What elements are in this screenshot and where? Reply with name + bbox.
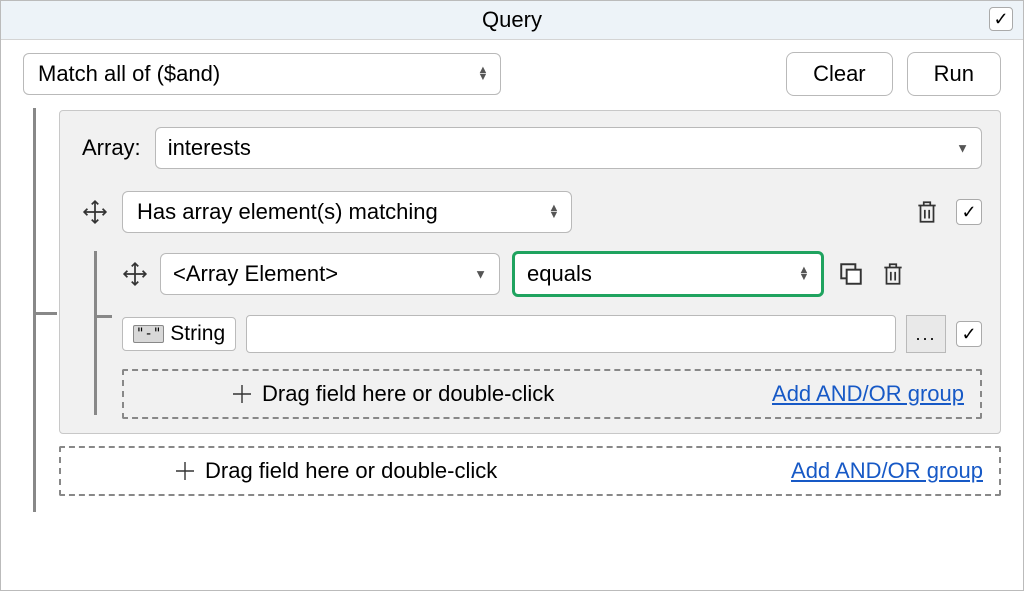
copy-button[interactable] <box>836 259 866 289</box>
add-group-link[interactable]: Add AND/OR group <box>772 381 964 407</box>
move-handle-icon[interactable] <box>82 199 108 225</box>
match-mode-label: Match all of ($and) <box>38 61 220 86</box>
value-type-badge[interactable]: "-" String <box>122 317 236 351</box>
value-options-button[interactable]: ... <box>906 315 946 353</box>
stepper-arrows-icon: ▲▼ <box>476 67 490 81</box>
enable-checkbox[interactable]: ✓ <box>989 7 1013 31</box>
array-label: Array: <box>82 135 141 161</box>
clear-button[interactable]: Clear <box>786 52 893 96</box>
title-bar: Query ✓ <box>1 1 1023 40</box>
drop-hint: Drag field here or double-click <box>262 381 554 407</box>
stepper-arrows-icon: ▲▼ <box>797 267 811 281</box>
operator-select[interactable]: Has array element(s) matching ▲▼ <box>122 191 572 233</box>
add-group-link[interactable]: Add AND/OR group <box>791 458 983 484</box>
window-title: Query <box>482 7 542 32</box>
array-field-value: interests <box>168 135 251 160</box>
tree-line-tick <box>33 312 57 315</box>
comparator-select[interactable]: equals ▲▼ <box>512 251 824 297</box>
plus-icon <box>230 382 254 406</box>
drop-hint: Drag field here or double-click <box>205 458 497 484</box>
operator-label: Has array element(s) matching <box>137 199 438 224</box>
chevron-down-icon: ▼ <box>474 267 487 282</box>
stepper-arrows-icon: ▲▼ <box>547 205 561 219</box>
array-element-field-select[interactable]: <Array Element> ▼ <box>160 253 500 295</box>
move-handle-icon[interactable] <box>122 261 148 287</box>
run-button[interactable]: Run <box>907 52 1001 96</box>
array-field-select[interactable]: interests ▼ <box>155 127 982 169</box>
chevron-down-icon: ▼ <box>956 141 969 156</box>
value-input[interactable] <box>246 315 896 353</box>
enable-checkbox[interactable]: ✓ <box>956 199 982 225</box>
tree-line-tick <box>94 315 112 318</box>
delete-button[interactable] <box>912 197 942 227</box>
plus-icon <box>173 459 197 483</box>
array-element-field-label: <Array Element> <box>173 261 338 286</box>
string-icon: "-" <box>133 325 164 343</box>
tree-line-inner <box>94 251 97 415</box>
drop-zone-outer[interactable]: Drag field here or double-click Add AND/… <box>59 446 1001 496</box>
value-type-label: String <box>170 322 225 346</box>
query-group: Array: interests ▼ Has array element(s) … <box>59 110 1001 434</box>
match-mode-select[interactable]: Match all of ($and) ▲▼ <box>23 53 501 95</box>
delete-button[interactable] <box>878 259 908 289</box>
drop-zone-inner[interactable]: Drag field here or double-click Add AND/… <box>122 369 982 419</box>
tree-line <box>33 108 36 512</box>
toolbar: Match all of ($and) ▲▼ Clear Run <box>1 40 1023 104</box>
enable-checkbox[interactable]: ✓ <box>956 321 982 347</box>
comparator-label: equals <box>527 261 592 286</box>
